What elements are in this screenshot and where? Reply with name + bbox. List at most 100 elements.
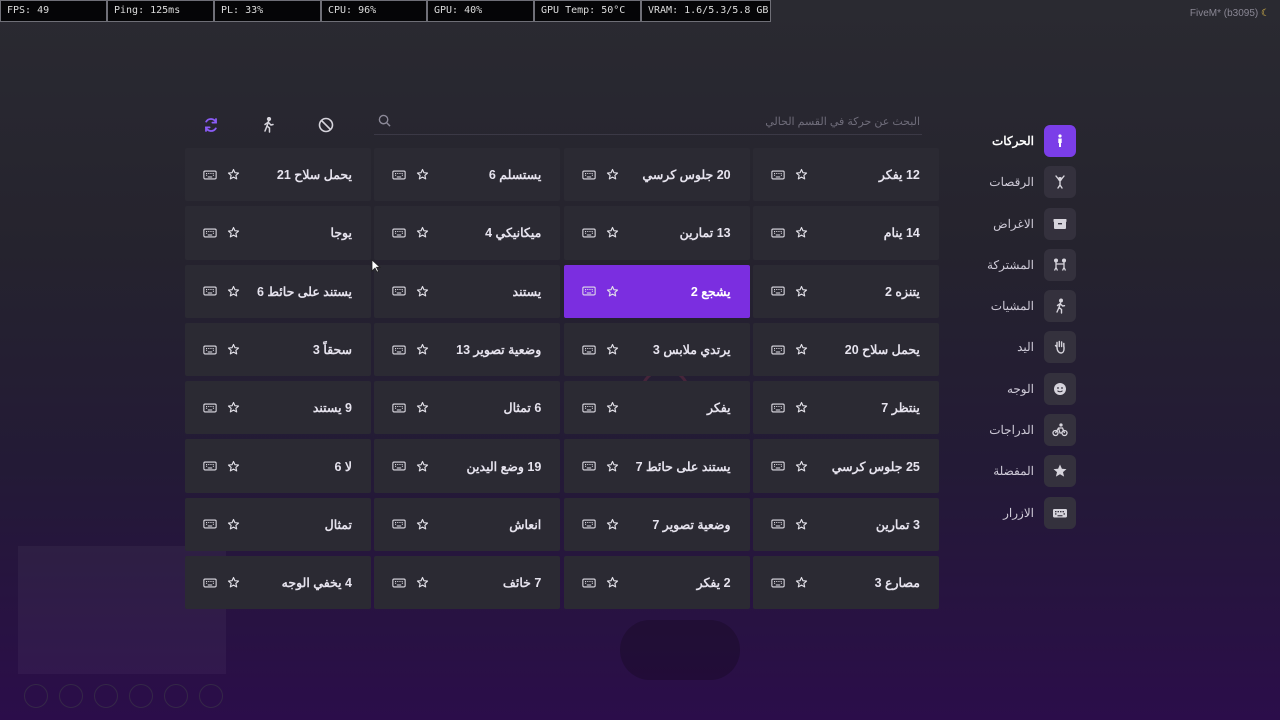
keybind-icon[interactable] [581,577,596,589]
sidebar-item-keyboard[interactable]: الازرار [978,496,1076,530]
emote-card[interactable]: 25 جلوس كرسي [752,439,939,493]
sidebar-item-walk[interactable]: المشيات [978,289,1076,323]
emote-card[interactable]: سحقاً 3 [185,322,371,377]
favorite-star-icon[interactable] [416,343,429,356]
emote-card[interactable]: يحمل سلاح 21 [185,148,371,202]
emote-card[interactable]: يستند على حائط 7 [563,439,750,493]
keybind-icon[interactable] [581,285,596,297]
favorite-star-icon[interactable] [227,401,240,414]
favorite-star-icon[interactable] [606,401,619,414]
favorite-star-icon[interactable] [606,343,619,356]
sidebar-item-person[interactable]: الحركات [978,124,1076,158]
emote-card[interactable]: ميكانيكي 4 [374,206,561,260]
favorite-star-icon[interactable] [227,285,240,298]
favorite-star-icon[interactable] [227,518,240,531]
keybind-icon[interactable] [203,227,217,239]
favorite-star-icon[interactable] [795,576,808,589]
emote-card[interactable]: 14 ينام [752,206,939,260]
keybind-icon[interactable] [203,518,217,530]
keybind-icon[interactable] [771,227,785,239]
favorite-star-icon[interactable] [416,576,429,589]
emote-card[interactable]: يتنزه 2 [752,264,939,318]
keybind-icon[interactable] [771,285,785,297]
emote-card[interactable]: يستسلم 6 [374,148,561,202]
sidebar-item-face[interactable]: الوجه [978,372,1076,406]
refresh-button[interactable] [201,115,221,135]
keybind-icon[interactable] [771,169,785,181]
keybind-icon[interactable] [203,460,217,472]
sidebar-item-box[interactable]: الاغراض [978,207,1076,241]
emote-card[interactable]: 13 تمارين [563,206,750,260]
sidebar-item-dance[interactable]: الرقصات [978,165,1076,199]
favorite-star-icon[interactable] [606,168,619,181]
emote-card[interactable]: يرتدي ملابس 3 [563,322,750,377]
keybind-icon[interactable] [392,344,406,356]
emote-card[interactable]: تمثال [185,497,371,552]
emote-card[interactable]: 19 وضع اليدين [374,439,561,493]
favorite-star-icon[interactable] [795,343,808,356]
emote-card[interactable]: يستند [374,264,561,318]
sidebar-item-shared[interactable]: المشتركة [978,248,1076,282]
emote-card[interactable]: وضعية تصوير 13 [374,322,561,377]
favorite-star-icon[interactable] [416,168,429,181]
emote-card[interactable]: يفكر [563,381,750,435]
favorite-star-icon[interactable] [416,226,429,239]
keybind-icon[interactable] [203,285,217,297]
sidebar-item-star[interactable]: المفضلة [978,454,1076,488]
favorite-star-icon[interactable] [227,460,240,473]
keybind-icon[interactable] [581,518,596,530]
keybind-icon[interactable] [392,518,406,530]
favorite-star-icon[interactable] [795,401,808,414]
keybind-icon[interactable] [203,344,217,356]
favorite-star-icon[interactable] [606,226,619,239]
sidebar-item-hand[interactable]: اليد [978,330,1076,364]
keybind-icon[interactable] [771,460,785,472]
favorite-star-icon[interactable] [416,518,429,531]
favorite-star-icon[interactable] [606,460,619,473]
emote-card[interactable]: لا 6 [185,439,371,493]
emote-card[interactable]: يشجع 2 [563,264,750,318]
keybind-icon[interactable] [392,169,406,181]
favorite-star-icon[interactable] [795,460,808,473]
keybind-icon[interactable] [392,402,406,414]
keybind-icon[interactable] [771,344,785,356]
emote-card[interactable]: ينتظر 7 [752,381,939,435]
emote-card[interactable]: 9 يستند [185,381,371,435]
emote-card[interactable]: يحمل سلاح 20 [752,322,939,377]
search-input[interactable] [374,111,922,133]
favorite-star-icon[interactable] [416,285,429,298]
sidebar-item-bike[interactable]: الدراجات [978,413,1076,447]
emote-card[interactable]: 4 يخفي الوجه [185,556,371,610]
keybind-icon[interactable] [771,402,785,414]
favorite-star-icon[interactable] [416,460,429,473]
favorite-star-icon[interactable] [795,518,808,531]
keybind-icon[interactable] [771,518,785,530]
keybind-icon[interactable] [581,460,596,472]
walk-style-button[interactable] [258,115,278,135]
emote-card[interactable]: 20 جلوس كرسي [563,148,750,202]
keybind-icon[interactable] [581,402,596,414]
emote-card[interactable]: يوجا [185,206,371,260]
favorite-star-icon[interactable] [606,285,619,298]
emote-card[interactable]: 6 تمثال [374,381,561,435]
emote-card[interactable]: 12 يفكر [752,148,939,202]
emote-card[interactable]: وضعية تصوير 7 [563,497,750,552]
emote-card[interactable]: انعاش [374,497,561,552]
favorite-star-icon[interactable] [795,226,808,239]
favorite-star-icon[interactable] [227,226,240,239]
keybind-icon[interactable] [203,169,217,181]
favorite-star-icon[interactable] [606,576,619,589]
keybind-icon[interactable] [392,285,406,297]
emote-card[interactable]: 7 خائف [374,556,561,610]
favorite-star-icon[interactable] [795,285,808,298]
keybind-icon[interactable] [581,344,596,356]
keybind-icon[interactable] [581,227,596,239]
favorite-star-icon[interactable] [227,168,240,181]
emote-card[interactable]: مصارع 3 [752,556,939,610]
emote-card[interactable]: 2 يفكر [563,556,750,610]
keybind-icon[interactable] [581,169,596,181]
keybind-icon[interactable] [392,227,406,239]
keybind-icon[interactable] [771,577,785,589]
favorite-star-icon[interactable] [227,576,240,589]
emote-card[interactable]: 3 تمارين [752,497,939,552]
